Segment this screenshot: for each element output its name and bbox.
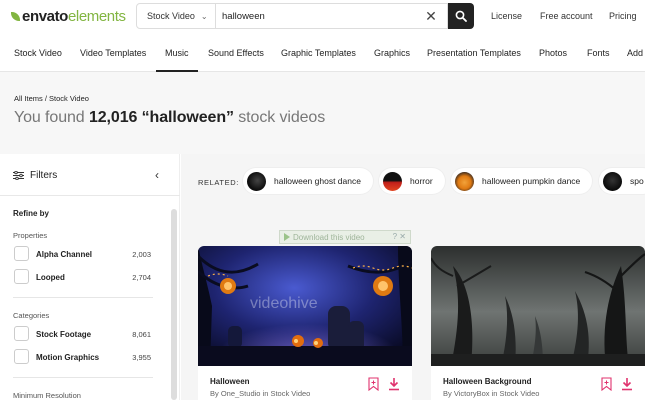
nav-presentation-templates[interactable]: Presentation Templates — [427, 48, 521, 58]
nav-sound-effects[interactable]: Sound Effects — [208, 48, 264, 58]
sliders-icon — [13, 171, 24, 180]
breadcrumb: All Items / Stock Video — [14, 94, 89, 103]
download-hint-label: Download this video — [293, 232, 365, 242]
filter-count: 2,003 — [132, 250, 151, 259]
download-icon[interactable] — [621, 377, 633, 391]
divider — [13, 297, 153, 298]
filter-label: Alpha Channel — [36, 250, 93, 259]
bookmark-add-icon[interactable] — [368, 377, 379, 391]
filter-count: 2,704 — [132, 273, 151, 282]
chip-label: spo — [630, 176, 644, 186]
chip-label: horror — [410, 176, 433, 186]
leaf-icon — [11, 11, 20, 21]
breadcrumb-separator: / — [44, 94, 47, 103]
card-byline[interactable]: By VictoryBox in Stock Video — [443, 389, 539, 398]
page-title: You found 12,016 “halloween” stock video… — [14, 109, 326, 126]
min-resolution-label: Minimum Resolution — [13, 391, 81, 400]
nav-music[interactable]: Music — [165, 48, 189, 58]
results-area: RELATED: halloween ghost dance horror ha… — [181, 154, 645, 400]
card-byline[interactable]: By One_Studio in Stock Video — [210, 389, 310, 398]
nav-photos[interactable]: Photos — [539, 48, 567, 58]
category-nav: Stock Video Video Templates Music Sound … — [0, 34, 645, 72]
search-icon — [455, 10, 467, 22]
video-card[interactable]: Halloween Background By VictoryBox in St… — [431, 246, 645, 400]
search-input[interactable] — [216, 3, 448, 29]
stock-footage-checkbox[interactable] — [14, 326, 29, 341]
filter-count: 3,955 — [132, 353, 151, 362]
chip-thumbnail — [247, 171, 266, 191]
search-category-select[interactable]: Stock Video ⌄ — [136, 3, 216, 29]
results-header: All Items / Stock Video You found 12,016… — [0, 72, 645, 154]
license-link[interactable]: License — [491, 11, 522, 21]
related-chip[interactable]: halloween ghost dance — [243, 168, 373, 194]
nav-fonts[interactable]: Fonts — [587, 48, 610, 58]
clear-search-icon[interactable]: ✕ — [423, 8, 439, 24]
related-chip[interactable]: horror — [379, 168, 445, 194]
watermark-text: videohive — [250, 295, 318, 312]
top-header: envatoelements Stock Video ⌄ ✕ License F… — [0, 0, 645, 34]
search-button[interactable] — [448, 3, 474, 29]
related-chip[interactable]: spo — [599, 168, 645, 194]
filter-label: Looped — [36, 273, 65, 282]
envato-logo[interactable]: envatoelements — [11, 7, 126, 25]
breadcrumb-stock-video[interactable]: Stock Video — [49, 94, 89, 103]
search-bar: Stock Video ⌄ ✕ — [136, 3, 474, 29]
pricing-link[interactable]: Pricing — [609, 11, 637, 21]
download-video-tooltip[interactable]: Download this video ? ✕ — [279, 230, 411, 244]
related-label: RELATED: — [198, 178, 239, 187]
filters-header: Filters ‹ — [0, 154, 180, 196]
help-close-icons[interactable]: ? ✕ — [393, 232, 406, 241]
filter-count: 8,061 — [132, 330, 151, 339]
chip-thumbnail — [455, 171, 474, 191]
nav-graphic-templates[interactable]: Graphic Templates — [281, 48, 356, 58]
video-card[interactable]: videohive Halloween By One_Studio in Sto… — [198, 246, 412, 400]
looped-checkbox[interactable] — [14, 269, 29, 284]
download-icon[interactable] — [388, 377, 400, 391]
nav-video-templates[interactable]: Video Templates — [80, 48, 146, 58]
chip-label: halloween pumpkin dance — [482, 176, 581, 186]
filters-sidebar: Filters ‹ Refine by Properties Alpha Cha… — [0, 154, 180, 400]
related-chip[interactable]: halloween pumpkin dance — [451, 168, 593, 194]
filter-label: Motion Graphics — [36, 353, 100, 362]
bookmark-add-icon[interactable] — [601, 377, 612, 391]
play-icon — [284, 233, 290, 241]
categories-label: Categories — [13, 311, 50, 320]
chip-thumbnail — [603, 171, 622, 191]
motion-graphics-checkbox[interactable] — [14, 349, 29, 364]
divider — [13, 377, 153, 378]
nav-stock-video[interactable]: Stock Video — [14, 48, 62, 58]
chevron-left-icon[interactable]: ‹ — [155, 168, 159, 182]
chip-label: halloween ghost dance — [274, 176, 361, 186]
video-thumbnail[interactable] — [431, 246, 645, 366]
search-category-label: Stock Video — [147, 11, 195, 21]
properties-label: Properties — [13, 231, 48, 240]
card-title[interactable]: Halloween — [210, 377, 250, 386]
filter-label: Stock Footage — [36, 330, 92, 339]
logo-text: envatoelements — [22, 7, 126, 25]
sidebar-scrollbar[interactable] — [171, 209, 177, 400]
refine-by-label: Refine by — [13, 209, 50, 218]
nav-add-ons[interactable]: Add — [627, 48, 643, 58]
breadcrumb-all-items[interactable]: All Items — [14, 94, 43, 103]
chip-thumbnail — [383, 171, 402, 191]
nav-graphics[interactable]: Graphics — [374, 48, 410, 58]
alpha-channel-checkbox[interactable] — [14, 246, 29, 261]
free-account-link[interactable]: Free account — [540, 11, 593, 21]
chevron-down-icon: ⌄ — [200, 11, 208, 21]
video-thumbnail[interactable]: videohive — [198, 246, 412, 366]
card-title[interactable]: Halloween Background — [443, 377, 531, 386]
filters-label: Filters — [30, 170, 58, 181]
